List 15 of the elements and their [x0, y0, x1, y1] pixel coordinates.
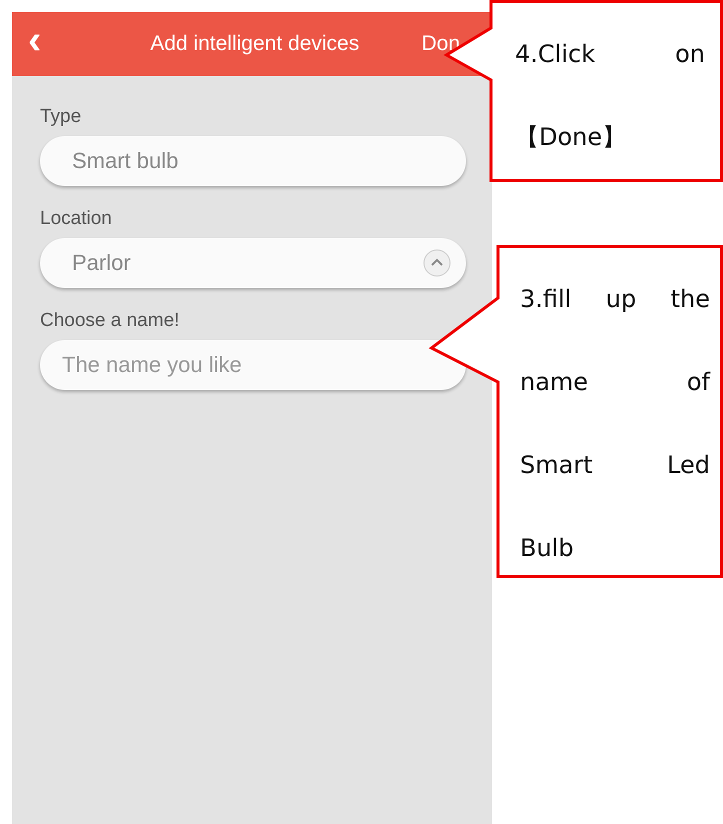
name-input-field[interactable]: The name you like	[40, 340, 466, 390]
type-field[interactable]: Smart bulb	[40, 136, 466, 186]
field-label: Choose a name!	[40, 310, 180, 332]
field-label: Location	[40, 208, 113, 230]
callout-text: Bulb	[520, 533, 575, 564]
location-dropdown[interactable]: Parlor	[40, 238, 466, 288]
callout-text: 【Done】	[515, 122, 628, 153]
callout-text: Smart Led	[520, 450, 710, 481]
field-label: Type	[40, 106, 82, 128]
callout-text: name of	[520, 367, 710, 398]
back-button[interactable]: ‹	[28, 20, 68, 60]
callout-text: 3.fill up the	[520, 284, 710, 315]
done-button[interactable]: Don	[421, 32, 460, 56]
page-title: Add intelligent devices	[149, 32, 360, 56]
callout-text: 4.Click on	[515, 39, 705, 70]
